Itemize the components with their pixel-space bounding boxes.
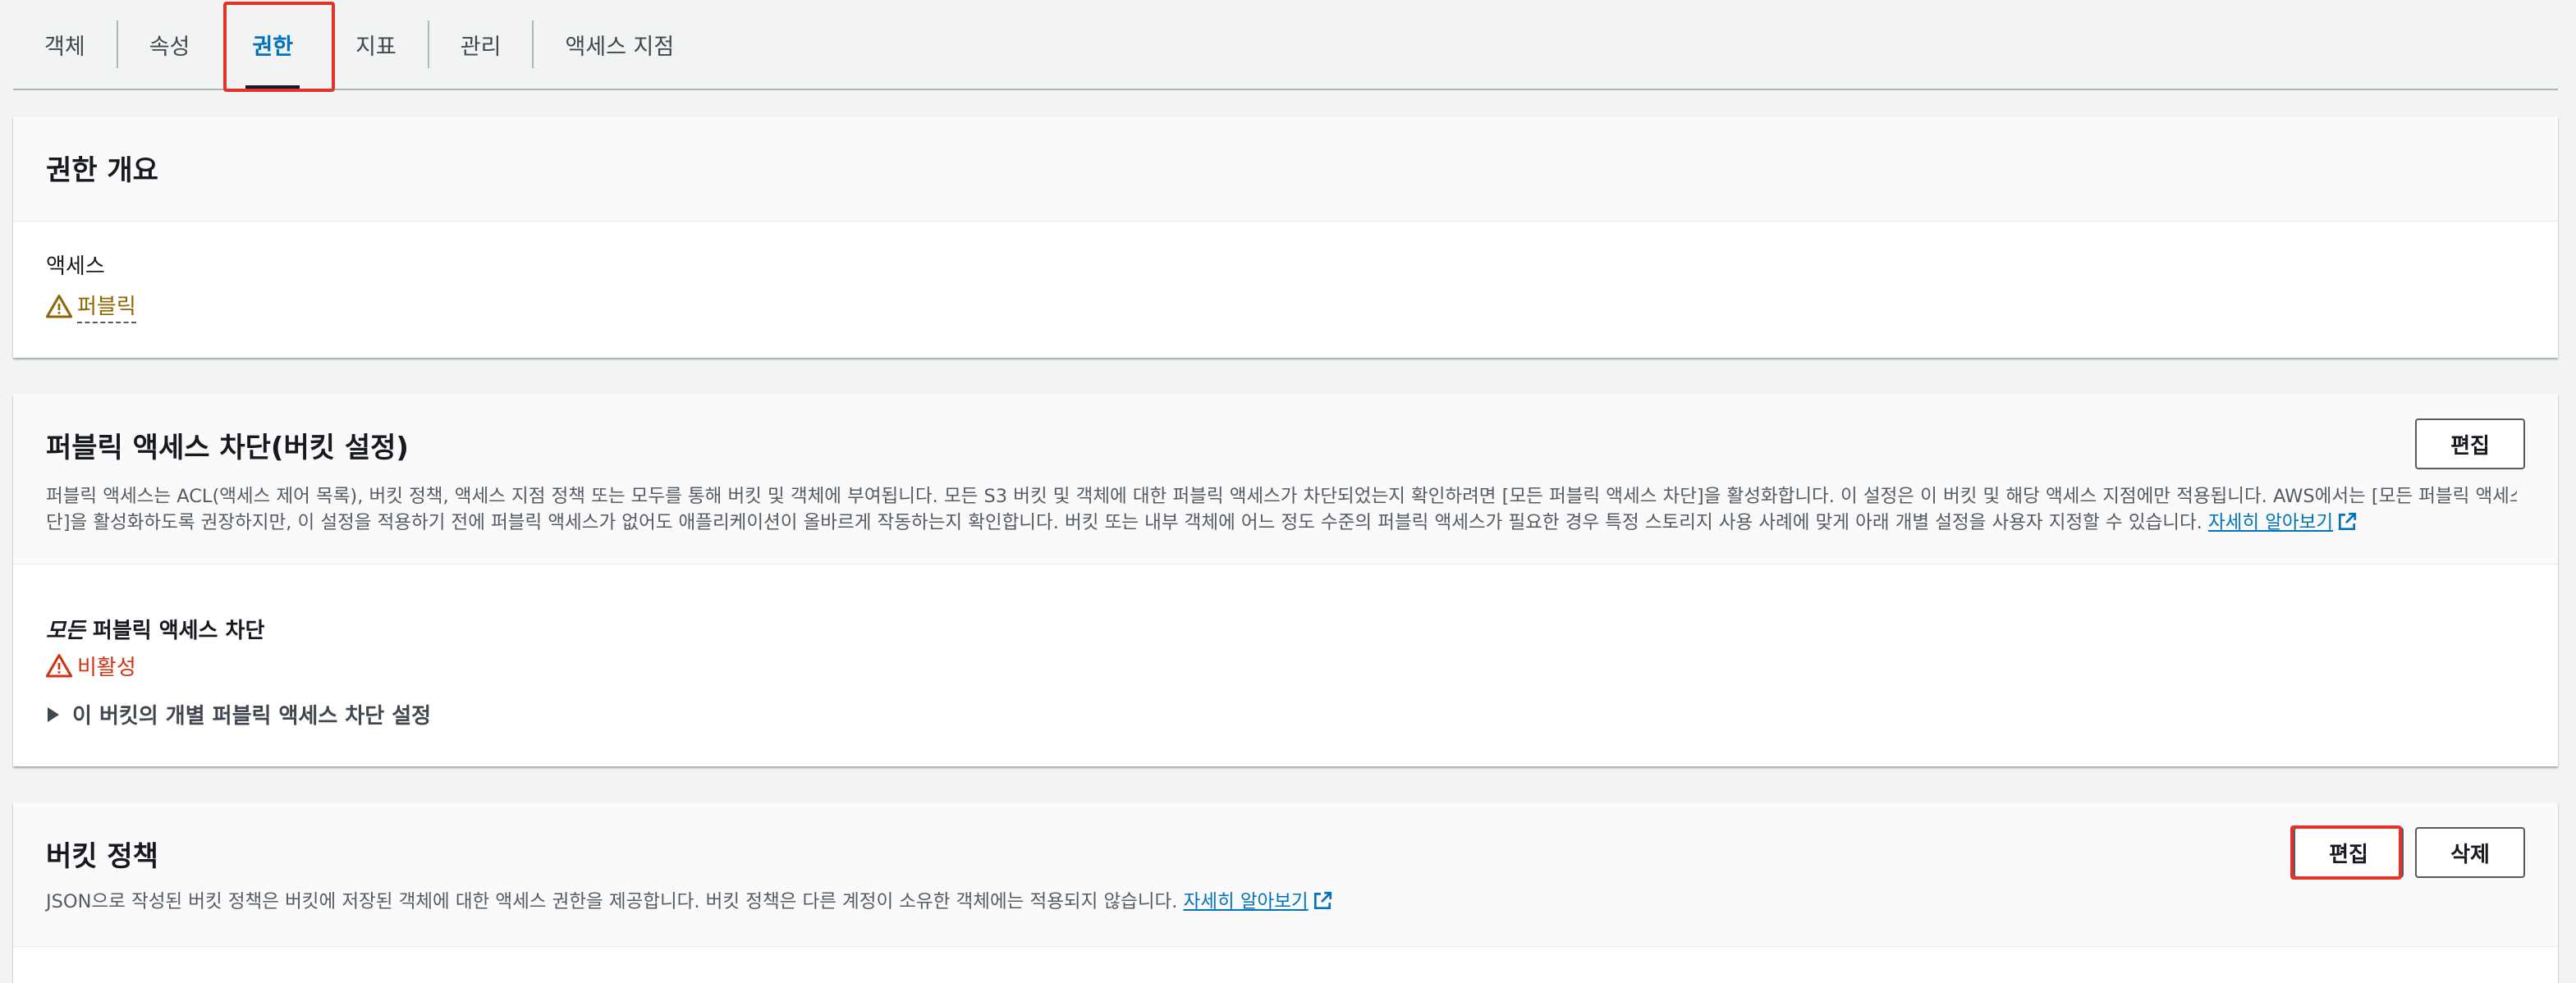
tab-properties[interactable]: 속성 (118, 0, 222, 89)
bucket-policy-panel: 버킷 정책 JSON으로 작성된 버킷 정책은 버킷에 저장된 객체에 대한 액… (13, 802, 2558, 983)
tab-objects[interactable]: 객체 (13, 0, 117, 89)
edit-button[interactable]: 편집 (2294, 827, 2404, 878)
external-link-icon (2339, 512, 2357, 531)
delete-button[interactable]: 삭제 (2415, 827, 2525, 878)
panel-title: 권한 개요 (46, 154, 158, 187)
edit-button[interactable]: 편집 (2415, 418, 2525, 469)
panel-description: JSON으로 작성된 버킷 정책은 버킷에 저장된 객체에 대한 액세스 권한을… (46, 889, 2509, 915)
individual-settings-toggle[interactable]: 이 버킷의 개별 퍼블릭 액세스 차단 설정 (46, 699, 2558, 729)
access-value[interactable]: 퍼블릭 (77, 290, 136, 323)
tab-permissions[interactable]: 권한 (221, 0, 324, 89)
warning-icon (46, 294, 72, 318)
status-value: 비활성 (77, 656, 136, 680)
panel-title: 퍼블릭 액세스 차단(버킷 설정) (46, 432, 409, 464)
tab-metrics[interactable]: 지표 (324, 0, 428, 89)
tab-management[interactable]: 관리 (429, 0, 533, 89)
tab-bar: 객체 속성 권한 지표 관리 액세스 지점 (13, 0, 2558, 90)
panel-header: 버킷 정책 JSON으로 작성된 버킷 정책은 버킷에 저장된 객체에 대한 액… (13, 802, 2558, 947)
block-public-access-panel: 퍼블릭 액세스 차단(버킷 설정) 퍼블릭 액세스는 ACL(액세스 제어 목록… (13, 394, 2558, 766)
tab-access-points[interactable]: 액세스 지점 (534, 0, 705, 89)
access-status: 퍼블릭 (46, 290, 2558, 323)
access-label: 액세스 (46, 254, 105, 279)
external-link-icon (1313, 891, 1332, 910)
warning-icon (46, 653, 72, 678)
panel-header: 권한 개요 (13, 117, 2558, 222)
panel-description: 퍼블릭 액세스는 ACL(액세스 제어 목록), 버킷 정책, 액세스 지점 정… (46, 486, 2517, 533)
learn-more-link[interactable]: 자세히 알아보기 (2208, 512, 2333, 533)
panel-title: 버킷 정책 (46, 840, 158, 873)
learn-more-link[interactable]: 자세히 알아보기 (1184, 891, 1309, 912)
permissions-overview-panel: 권한 개요 액세스 퍼블릭 (13, 117, 2558, 358)
block-all-status: 비활성 (46, 651, 2558, 681)
caret-right-icon (48, 706, 59, 722)
block-all-heading: 모든 퍼블릭 액세스 차단 (46, 619, 265, 643)
panel-header: 퍼블릭 액세스 차단(버킷 설정) 퍼블릭 액세스는 ACL(액세스 제어 목록… (13, 394, 2558, 565)
